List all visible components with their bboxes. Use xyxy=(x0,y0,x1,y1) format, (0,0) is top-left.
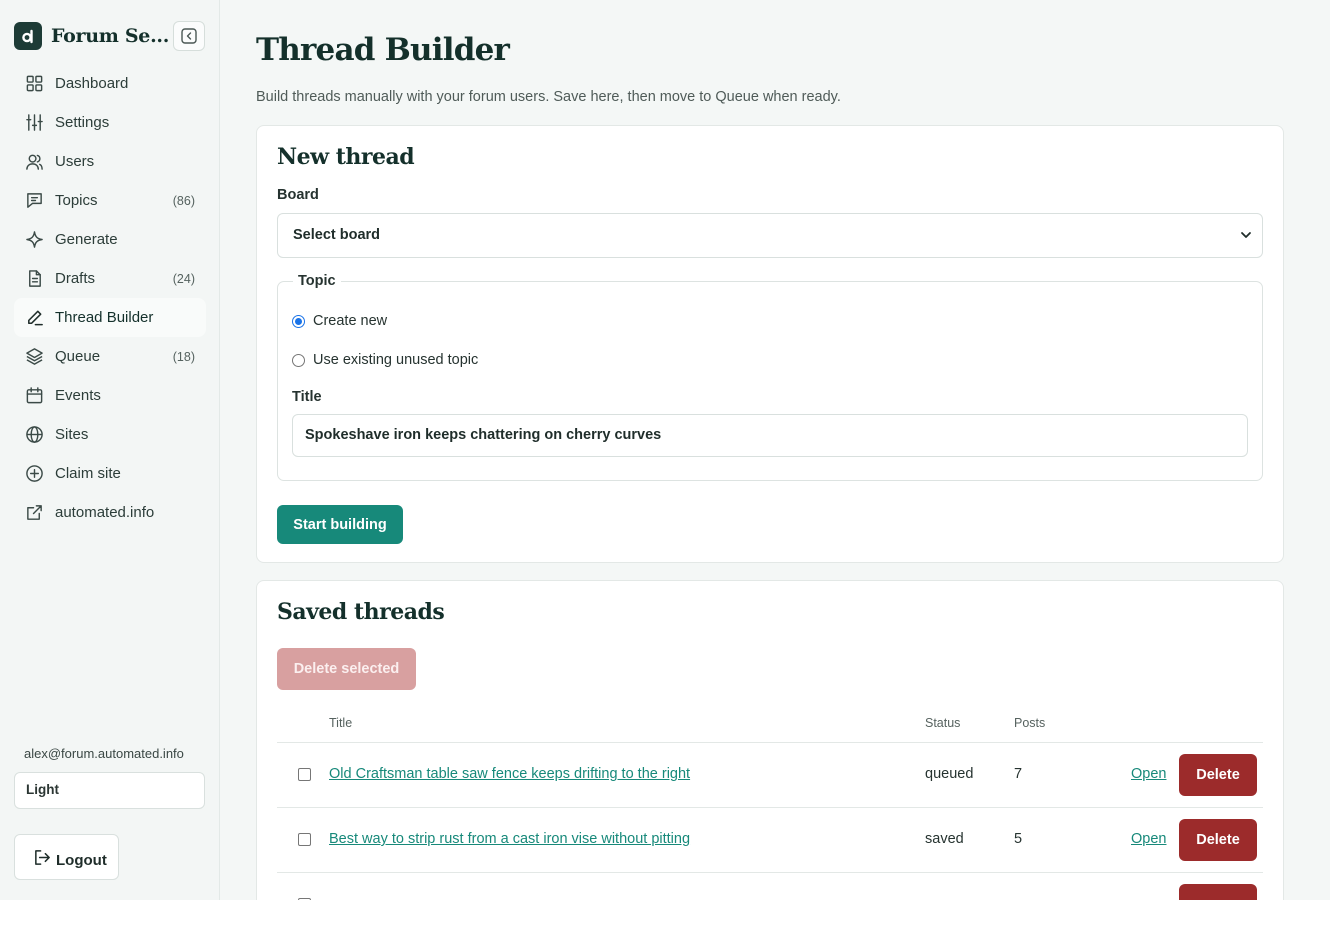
sidebar-item-users[interactable]: Users xyxy=(14,142,206,181)
sidebar-item-events[interactable]: Events xyxy=(14,376,206,415)
delete-button[interactable]: Delete xyxy=(1179,754,1257,796)
sidebar-item-label: Sites xyxy=(55,426,89,443)
board-select[interactable]: Select board xyxy=(277,213,1263,258)
logout-label: Logout xyxy=(56,851,107,869)
plus-circle-icon xyxy=(24,464,44,484)
drafts-count-badge: (24) xyxy=(172,271,195,286)
row-checkbox[interactable] xyxy=(298,898,311,900)
collapse-sidebar-icon xyxy=(181,28,197,44)
sidebar-item-label: Claim site xyxy=(55,465,121,482)
sidebar-item-queue[interactable]: Queue (18) xyxy=(14,337,206,376)
external-link-icon xyxy=(24,503,44,523)
sidebar-item-claim-site[interactable]: Claim site xyxy=(14,454,206,493)
brand-logo xyxy=(14,22,42,50)
delete-button[interactable] xyxy=(1179,884,1257,900)
column-header-status: Status xyxy=(925,716,961,730)
thread-posts-count: 7 xyxy=(1014,766,1023,782)
app-viewport: Forum Se... Dashboard Settings Users Top… xyxy=(0,0,1330,900)
sidebar-item-label: Thread Builder xyxy=(55,309,154,326)
topics-count-badge: (86) xyxy=(172,193,195,208)
sidebar-nav: Dashboard Settings Users Topics (86) Gen… xyxy=(14,64,206,532)
sidebar-item-drafts[interactable]: Drafts (24) xyxy=(14,259,206,298)
title-label: Title xyxy=(292,389,322,405)
sidebar-item-label: Drafts xyxy=(55,270,96,287)
message-square-icon xyxy=(24,191,44,211)
sidebar: Forum Se... Dashboard Settings Users Top… xyxy=(0,0,220,900)
open-link[interactable]: Open xyxy=(1131,766,1166,782)
brand[interactable]: Forum Se... xyxy=(14,22,169,50)
thread-status: saved xyxy=(925,831,964,847)
radio-button[interactable] xyxy=(292,314,305,328)
radio-label: Use existing unused topic xyxy=(313,352,479,368)
file-icon xyxy=(24,269,44,289)
sidebar-item-label: Settings xyxy=(55,114,110,131)
sidebar-item-topics[interactable]: Topics (86) xyxy=(14,181,206,220)
pen-icon xyxy=(24,308,44,328)
main-content: Thread Builder Build threads manually wi… xyxy=(220,0,1330,900)
topic-legend: Topic xyxy=(293,273,341,289)
row-checkbox[interactable] xyxy=(298,768,311,781)
theme-select[interactable]: Light xyxy=(14,772,205,809)
sidebar-item-label: Events xyxy=(55,387,101,404)
sidebar-item-sites[interactable]: Sites xyxy=(14,415,206,454)
sparkle-icon xyxy=(24,230,44,250)
user-email: alex@forum.automated.info xyxy=(24,746,184,761)
sidebar-item-label: Topics xyxy=(55,192,98,209)
sidebar-item-dashboard[interactable]: Dashboard xyxy=(14,64,206,103)
saved-threads-title: Saved threads xyxy=(277,599,445,625)
brand-name: Forum Se... xyxy=(51,25,170,47)
radio-create-new[interactable]: Create new xyxy=(292,313,387,329)
sidebar-item-label: Generate xyxy=(55,231,118,248)
saved-threads-card: Saved threads Delete selected Title Stat… xyxy=(256,580,1284,900)
sidebar-item-automated-info[interactable]: automated.info xyxy=(14,493,206,532)
table-row: Best way to strip rust from a cast iron … xyxy=(277,808,1263,873)
board-label: Board xyxy=(277,187,319,203)
users-icon xyxy=(24,152,44,172)
sidebar-item-label: automated.info xyxy=(55,504,155,521)
column-header-posts: Posts xyxy=(1014,716,1046,730)
column-header-title: Title xyxy=(329,716,353,730)
board-select-value: Select board xyxy=(293,227,381,243)
queue-count-badge: (18) xyxy=(172,349,195,364)
thread-title-link[interactable]: Best way to strip rust from a cast iron … xyxy=(329,831,690,847)
sidebar-item-label: Queue xyxy=(55,348,101,365)
sidebar-item-thread-builder[interactable]: Thread Builder xyxy=(14,298,206,337)
page-title: Thread Builder xyxy=(256,32,510,68)
radio-button[interactable] xyxy=(292,353,305,367)
table-header: Title Status Posts xyxy=(277,706,1263,743)
thread-title-input[interactable]: Spokeshave iron keeps chattering on cher… xyxy=(292,414,1248,457)
thread-title-link[interactable]: Old Craftsman table saw fence keeps drif… xyxy=(329,766,690,782)
sidebar-item-label: Dashboard xyxy=(55,75,129,92)
new-thread-title: New thread xyxy=(277,144,415,170)
delete-selected-button[interactable]: Delete selected xyxy=(277,648,416,690)
sliders-icon xyxy=(24,113,44,133)
sidebar-item-settings[interactable]: Settings xyxy=(14,103,206,142)
topic-fieldset: Topic Create new Use existing unused top… xyxy=(277,273,1263,481)
page-subtitle: Build threads manually with your forum u… xyxy=(256,89,841,105)
grid-icon xyxy=(24,74,44,94)
layers-icon xyxy=(24,347,44,367)
delete-button[interactable]: Delete xyxy=(1179,819,1257,861)
start-building-button[interactable]: Start building xyxy=(277,505,403,544)
table-row: Old Craftsman table saw fence keeps drif… xyxy=(277,743,1263,808)
row-checkbox[interactable] xyxy=(298,833,311,846)
collapse-sidebar-button[interactable] xyxy=(173,21,205,51)
sidebar-item-generate[interactable]: Generate xyxy=(14,220,206,259)
open-link[interactable]: Open xyxy=(1131,831,1166,847)
sidebar-item-label: Users xyxy=(55,153,95,170)
thread-status: queued xyxy=(925,766,974,782)
logo-a-icon xyxy=(22,29,33,44)
saved-threads-table: Title Status Posts Old Craftsman table s… xyxy=(277,706,1263,900)
chevron-down-icon xyxy=(1241,232,1251,238)
calendar-icon xyxy=(24,386,44,406)
table-row-partial xyxy=(277,873,1263,900)
globe-icon xyxy=(24,425,44,445)
radio-label: Create new xyxy=(313,313,388,329)
logout-button[interactable]: Logout xyxy=(14,834,119,880)
radio-use-existing[interactable]: Use existing unused topic xyxy=(292,352,478,368)
new-thread-card: New thread Board Select board Topic Crea… xyxy=(256,125,1284,563)
logout-icon xyxy=(35,849,50,865)
thread-posts-count: 5 xyxy=(1014,831,1023,847)
